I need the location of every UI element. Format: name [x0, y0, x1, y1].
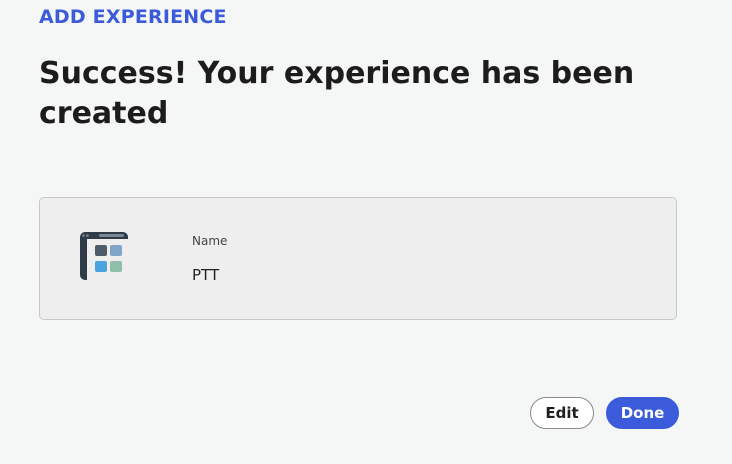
page-title: Success! Your experience has been create… — [39, 56, 635, 131]
edit-button[interactable]: Edit — [530, 397, 594, 429]
page-eyebrow: ADD EXPERIENCE — [39, 6, 227, 28]
experience-card: Name PTT — [39, 197, 677, 320]
name-field-label: Name — [192, 234, 228, 248]
done-button[interactable]: Done — [606, 397, 679, 429]
name-field-value: PTT — [192, 266, 220, 284]
experience-app-icon — [80, 232, 128, 280]
